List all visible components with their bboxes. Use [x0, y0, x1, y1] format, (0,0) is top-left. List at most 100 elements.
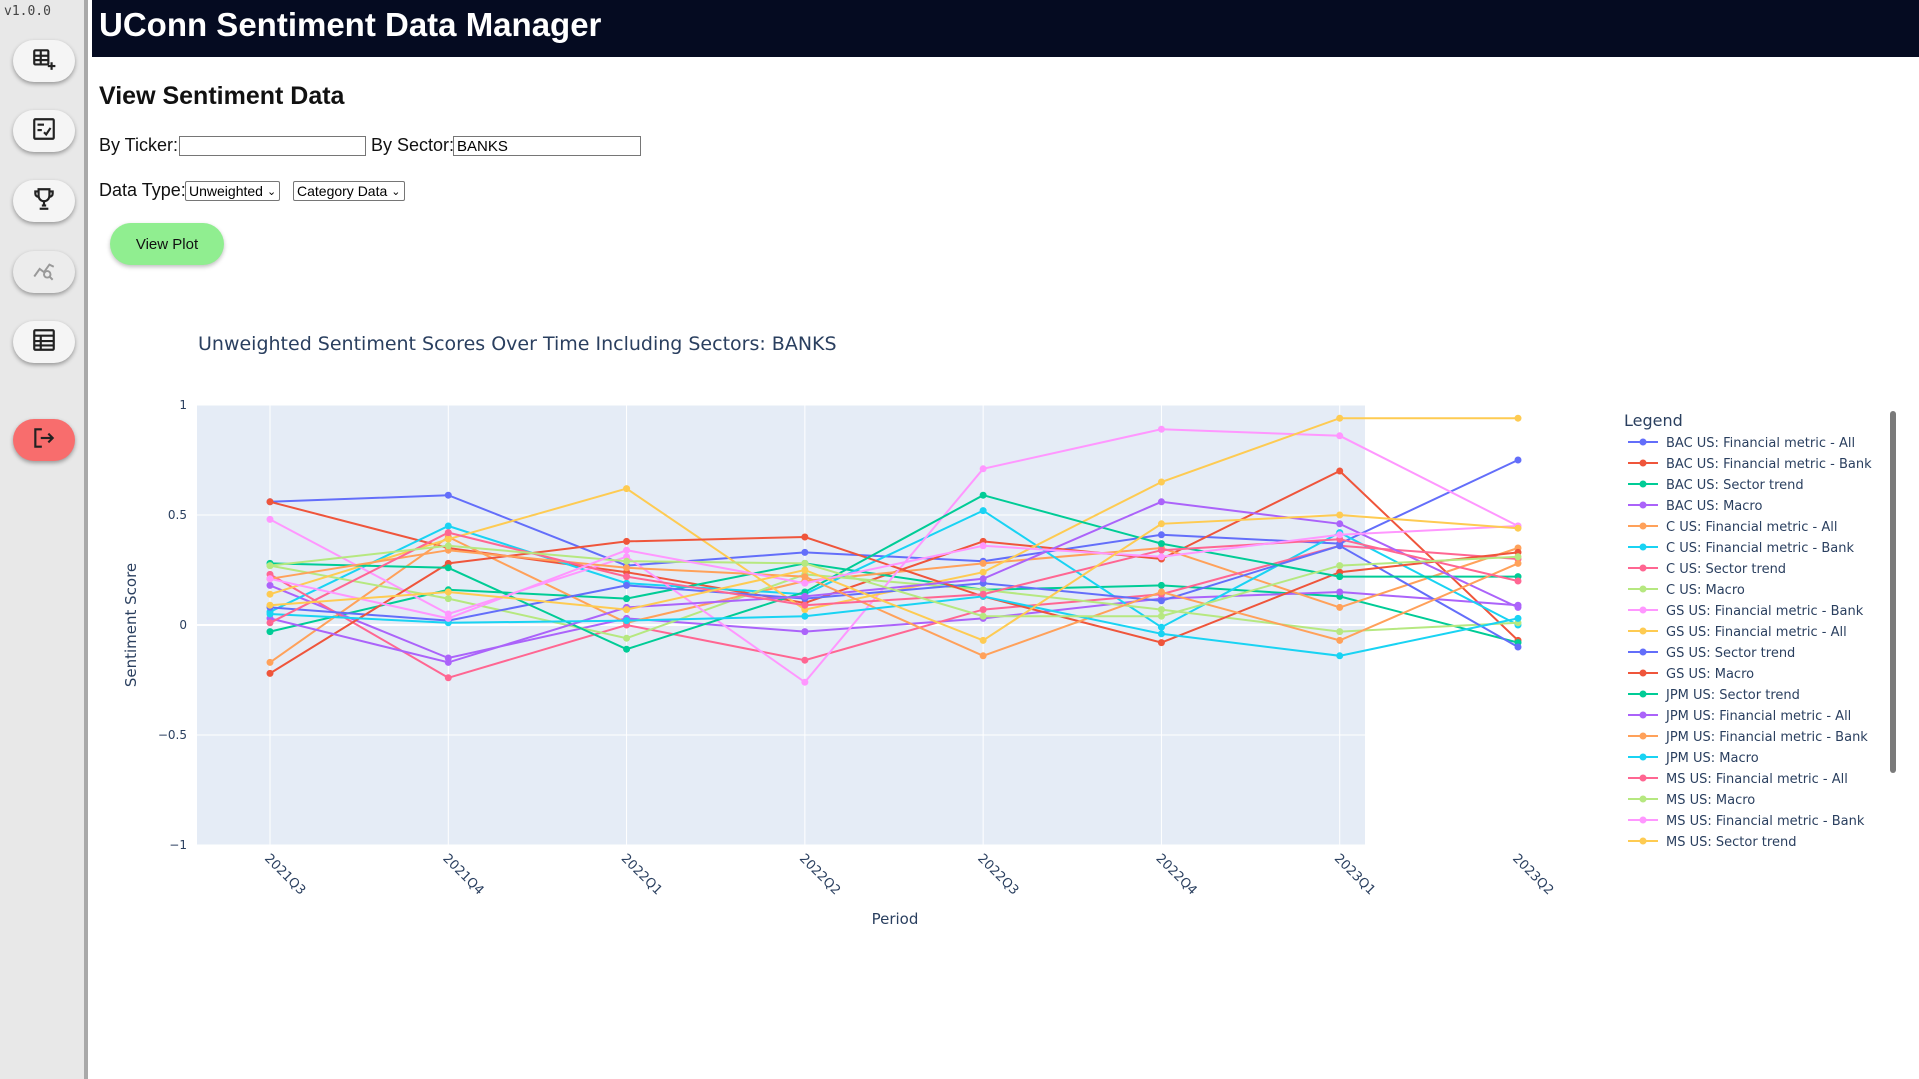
- data-point: [1336, 636, 1344, 644]
- data-point: [266, 575, 274, 583]
- legend-item: JPM US: Financial metric - All: [1628, 709, 1851, 724]
- data-point: [444, 529, 452, 537]
- data-sheet-button[interactable]: [13, 321, 75, 363]
- sector-label: By Sector:: [371, 135, 455, 155]
- legend-marker: [1639, 501, 1647, 509]
- legend-label: BAC US: Sector trend: [1666, 478, 1804, 493]
- legend-label: MS US: Financial metric - Bank: [1666, 814, 1865, 829]
- legend-item: C US: Financial metric - All: [1628, 520, 1837, 535]
- data-point: [1157, 498, 1165, 506]
- legend-marker: [1639, 732, 1647, 740]
- ticker-input[interactable]: [179, 136, 366, 156]
- data-point: [1157, 520, 1165, 528]
- data-point: [801, 566, 809, 574]
- legend-marker: [1639, 438, 1647, 446]
- legend-item: MS US: Macro: [1628, 793, 1755, 808]
- legend-marker: [1639, 690, 1647, 698]
- legend-item: GS US: Sector trend: [1628, 646, 1795, 661]
- data-point: [1514, 524, 1522, 532]
- data-point: [1157, 478, 1165, 486]
- data-point: [1336, 573, 1344, 581]
- data-point: [266, 669, 274, 677]
- data-point: [444, 595, 452, 603]
- data-point: [801, 612, 809, 620]
- logout-button[interactable]: [13, 419, 75, 461]
- legend-item: BAC US: Financial metric - Bank: [1628, 457, 1872, 472]
- legend-item: JPM US: Macro: [1628, 751, 1759, 766]
- data-point: [979, 636, 987, 644]
- sector-input[interactable]: [453, 136, 641, 156]
- category-select[interactable]: Category Data ⌄: [293, 181, 405, 201]
- legend-marker: [1639, 627, 1647, 635]
- data-point: [1157, 612, 1165, 620]
- legend-marker: [1639, 753, 1647, 761]
- sentiment-chart: Unweighted Sentiment Scores Over Time In…: [122, 333, 1872, 928]
- data-point: [1336, 432, 1344, 440]
- data-type-label: Data Type:: [99, 180, 186, 200]
- legend-label: JPM US: Financial metric - Bank: [1665, 730, 1868, 745]
- legend-item: C US: Financial metric - Bank: [1628, 541, 1854, 556]
- legend-item: BAC US: Macro: [1628, 499, 1762, 514]
- data-point: [623, 546, 631, 554]
- legend-label: BAC US: Financial metric - Bank: [1666, 457, 1872, 472]
- data-point: [1157, 606, 1165, 614]
- data-point: [801, 573, 809, 581]
- legend-marker: [1639, 480, 1647, 488]
- legend-item: MS US: Sector trend: [1628, 835, 1796, 850]
- data-point: [801, 559, 809, 567]
- data-point: [1157, 581, 1165, 589]
- data-point: [1157, 639, 1165, 647]
- legend-label: C US: Financial metric - Bank: [1666, 541, 1854, 556]
- data-point: [266, 658, 274, 666]
- legend-marker: [1639, 669, 1647, 677]
- data-point: [1336, 628, 1344, 636]
- y-axis-title: Sentiment Score: [122, 563, 140, 687]
- data-point: [623, 617, 631, 625]
- weighting-select[interactable]: Unweighted ⌄: [185, 181, 281, 201]
- legend-scrollbar[interactable]: [1890, 411, 1896, 773]
- legend-label: C US: Macro: [1666, 583, 1745, 598]
- data-point: [1157, 540, 1165, 548]
- data-point: [979, 590, 987, 598]
- data-point: [801, 533, 809, 541]
- x-tick-label: 2022Q3: [974, 851, 1021, 898]
- data-point: [979, 606, 987, 614]
- checklist-button[interactable]: [13, 110, 75, 152]
- data-point: [979, 491, 987, 499]
- legend-item: BAC US: Sector trend: [1628, 478, 1804, 493]
- trophy-button[interactable]: [13, 180, 75, 222]
- chevron-down-icon: ⌄: [391, 185, 401, 198]
- data-point: [444, 588, 452, 596]
- data-sheet-icon: [31, 327, 57, 358]
- add-table-button[interactable]: [13, 40, 75, 82]
- legend-label: JPM US: Financial metric - All: [1665, 709, 1851, 724]
- legend-label: GS US: Financial metric - Bank: [1666, 604, 1864, 619]
- data-point: [1336, 562, 1344, 570]
- legend-marker: [1639, 648, 1647, 656]
- data-point: [444, 564, 452, 572]
- data-point: [1336, 652, 1344, 660]
- chevron-down-icon: ⌄: [266, 185, 277, 198]
- legend-marker: [1639, 543, 1647, 551]
- x-tick-label: 2021Q3: [261, 851, 308, 898]
- legend-marker: [1639, 816, 1647, 824]
- view-plot-button[interactable]: View Plot: [110, 223, 224, 265]
- legend-item: GS US: Financial metric - All: [1628, 625, 1847, 640]
- x-axis-title: Period: [872, 910, 919, 928]
- chart-search-button[interactable]: [13, 251, 75, 293]
- data-point: [623, 595, 631, 603]
- legend-marker: [1639, 795, 1647, 803]
- data-point: [266, 562, 274, 570]
- app-title: UConn Sentiment Data Manager: [99, 6, 602, 43]
- page-title: View Sentiment Data: [99, 82, 345, 110]
- x-tick-label: 2022Q2: [796, 851, 843, 898]
- data-point: [444, 535, 452, 543]
- data-point: [979, 575, 987, 583]
- y-tick-label: 0.5: [168, 508, 187, 522]
- legend-label: JPM US: Sector trend: [1665, 688, 1800, 703]
- data-point: [1336, 603, 1344, 611]
- data-point: [1336, 414, 1344, 422]
- data-point: [1336, 588, 1344, 596]
- data-point: [801, 579, 809, 587]
- data-point: [979, 542, 987, 550]
